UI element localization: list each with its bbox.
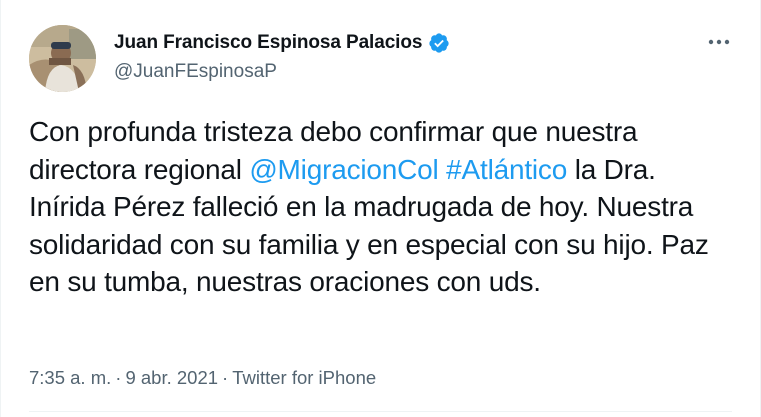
tweet-date[interactable]: 9 abr. 2021 bbox=[125, 367, 218, 388]
more-options-icon bbox=[708, 39, 730, 45]
author-display-name[interactable]: Juan Francisco Espinosa Palacios bbox=[114, 32, 422, 54]
meta-separator-2: · bbox=[222, 367, 229, 388]
meta-separator: · bbox=[115, 367, 122, 388]
tweet-time[interactable]: 7:35 a. m. bbox=[29, 367, 111, 388]
author-name-row: Juan Francisco Espinosa Palacios bbox=[114, 30, 450, 56]
avatar[interactable] bbox=[29, 25, 96, 92]
profile-photo-icon bbox=[29, 25, 96, 92]
author-handle[interactable]: @JuanFEspinosaP bbox=[114, 61, 450, 83]
mention-link[interactable]: @MigracionCol bbox=[249, 154, 438, 185]
tweet-metadata: 7:35 a. m. · 9 abr. 2021 · Twitter for iPhon… bbox=[29, 367, 376, 389]
hashtag-link[interactable]: #Atlántico bbox=[446, 154, 567, 185]
more-options-button[interactable] bbox=[706, 32, 732, 52]
tweet-text-space bbox=[439, 154, 447, 185]
tweet-card: Juan Francisco Espinosa Palacios @JuanFE… bbox=[0, 0, 761, 417]
divider bbox=[29, 411, 732, 412]
tweet-source[interactable]: Twitter for iPhone bbox=[232, 367, 376, 388]
tweet-text: Con profunda tristeza debo confirmar que… bbox=[29, 113, 729, 301]
author-info: Juan Francisco Espinosa Palacios @JuanFE… bbox=[114, 30, 450, 83]
verified-badge-icon bbox=[428, 32, 450, 54]
